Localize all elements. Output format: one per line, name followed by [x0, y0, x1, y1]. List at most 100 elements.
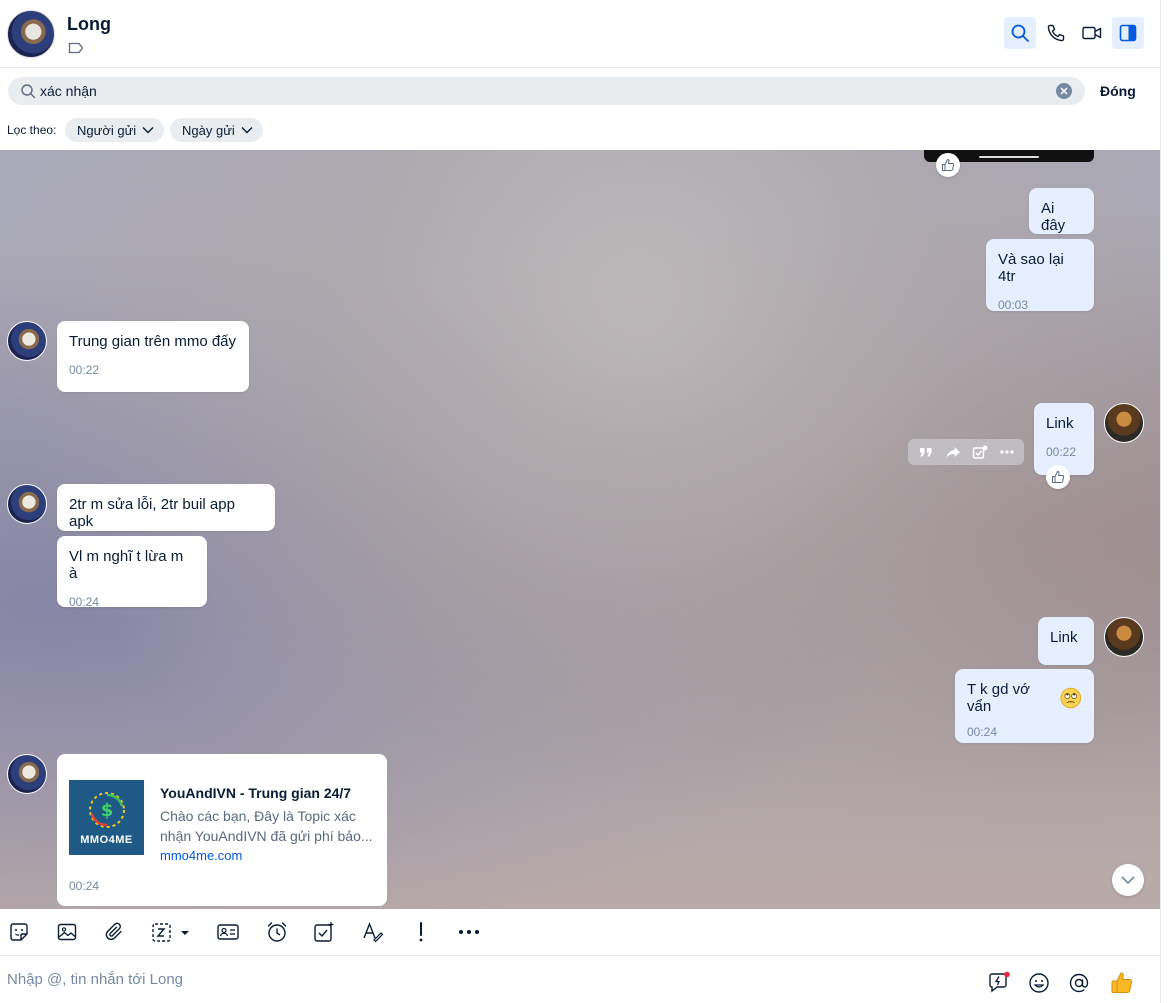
quick-message-icon [989, 971, 1010, 993]
svg-text:$: $ [100, 800, 113, 821]
emoji-eye-roll-icon [1060, 687, 1082, 709]
message-text: T k gd vớ vẩn [967, 681, 1030, 715]
assign-task-button[interactable] [312, 920, 336, 944]
quote-icon[interactable] [918, 445, 934, 459]
quick-message-button[interactable] [987, 971, 1011, 995]
message-text: Link [1050, 629, 1078, 646]
forward-icon[interactable] [945, 445, 961, 459]
sender-avatar[interactable] [7, 754, 47, 794]
emoji-button[interactable] [1027, 971, 1051, 995]
my-avatar[interactable] [1104, 617, 1144, 657]
close-icon [1060, 87, 1068, 95]
message-time: 00:03 [998, 298, 1029, 312]
text-format-button[interactable] [361, 920, 385, 944]
phone-icon [1047, 24, 1065, 42]
composer-toolbar [0, 909, 1160, 956]
task-icon [314, 922, 334, 942]
chevron-down-icon [241, 127, 253, 134]
more-icon [459, 930, 479, 934]
toggle-info-panel-button[interactable] [1112, 17, 1144, 49]
filter-date-label: Ngày gửi [182, 122, 235, 138]
chevron-down-icon [1121, 876, 1135, 885]
tag-icon[interactable] [68, 42, 84, 54]
link-preview-card[interactable]: $ MMO4ME YouAndIVN - Trung gian 24/7 Chà… [57, 754, 387, 906]
search-icon [1011, 24, 1029, 42]
message-text: Và sao lại 4tr [998, 251, 1064, 285]
attachment-icon [105, 922, 122, 941]
emoji-icon [1029, 973, 1049, 993]
message-time: 00:22 [1046, 445, 1077, 459]
scroll-to-bottom-button[interactable] [1112, 864, 1144, 896]
message-input[interactable] [7, 971, 907, 988]
send-like-button[interactable] [1108, 969, 1136, 997]
link-domain[interactable]: mmo4me.com [160, 848, 242, 863]
search-messages-button[interactable] [1004, 17, 1036, 49]
close-search-button[interactable]: Đóng [1100, 83, 1136, 99]
mention-button[interactable] [1067, 971, 1091, 995]
mark-urgent-button[interactable] [409, 920, 433, 944]
message-text: Link [1046, 415, 1074, 432]
message-time: 00:22 [69, 363, 100, 377]
add-task-icon[interactable] [972, 445, 988, 459]
contact-avatar[interactable] [7, 10, 55, 58]
search-icon [21, 84, 36, 99]
search-field-container[interactable] [8, 77, 1085, 105]
screenshot-button[interactable] [150, 920, 194, 944]
filter-sender-dropdown[interactable]: Người gửi [65, 118, 165, 142]
message-text: Ai đây [1041, 200, 1066, 234]
search-input[interactable] [40, 77, 1040, 105]
my-avatar[interactable] [1104, 403, 1144, 443]
mention-icon [1069, 973, 1089, 993]
text-format-icon [363, 922, 384, 943]
reaction-button[interactable] [1046, 465, 1070, 489]
side-panel-edge [1160, 0, 1173, 1003]
attach-file-button[interactable] [103, 920, 127, 944]
sticker-button[interactable] [7, 920, 31, 944]
reaction-button[interactable] [936, 153, 960, 177]
message-bubble-incoming[interactable]: Vl m nghĩ t lừa m à 00:24 [57, 536, 207, 609]
chevron-down-icon [142, 127, 154, 134]
message-bubble-incoming[interactable]: 2tr m sửa lỗi, 2tr buil app apk [57, 484, 275, 531]
message-text: Trung gian trên mmo đấy [69, 333, 237, 350]
message-bubble-outgoing[interactable]: Link 00:22 [1034, 403, 1094, 475]
filter-date-dropdown[interactable]: Ngày gửi [170, 118, 263, 142]
contact-card-icon [217, 924, 239, 940]
link-thumbnail: $ MMO4ME [69, 780, 144, 855]
more-tools-button[interactable] [457, 920, 481, 944]
message-bubble-outgoing[interactable]: Và sao lại 4tr 00:03 [986, 239, 1094, 312]
reminder-icon [267, 922, 287, 942]
message-bubble-outgoing[interactable]: T k gd vớ vẩn 00:24 [955, 669, 1094, 743]
message-bubble-incoming[interactable]: Trung gian trên mmo đấy 00:22 [57, 321, 249, 392]
reminder-button[interactable] [265, 920, 289, 944]
message-bubble-outgoing[interactable]: Ai đây [1029, 188, 1094, 234]
send-image-button[interactable] [55, 920, 79, 944]
message-time: 00:24 [69, 595, 100, 609]
clear-search-button[interactable] [1056, 83, 1072, 99]
sidebar-toggle-icon [1119, 24, 1137, 42]
voice-call-button[interactable] [1040, 17, 1072, 49]
link-title[interactable]: YouAndIVN - Trung gian 24/7 [160, 785, 351, 801]
image-icon [57, 923, 77, 941]
sticker-icon [10, 923, 28, 941]
message-text: 2tr m sửa lỗi, 2tr buil app apk [69, 496, 235, 530]
thumbs-up-outline-icon [942, 158, 955, 171]
message-search-bar: Đóng Lọc theo: Người gửi Ngày gửi [0, 69, 1160, 150]
filter-sender-label: Người gửi [77, 122, 137, 138]
more-options-icon[interactable] [999, 445, 1015, 459]
sender-avatar[interactable] [7, 321, 47, 361]
thumbs-up-outline-icon [1052, 470, 1065, 483]
thumbnail-text: MMO4ME [80, 833, 133, 846]
thumbs-up-icon [1111, 972, 1133, 993]
message-content: T k gd vớ vẩn [967, 681, 1082, 715]
urgent-icon [419, 922, 423, 942]
message-bubble-outgoing[interactable]: Link [1038, 617, 1094, 665]
filter-label: Lọc theo: [7, 123, 57, 137]
video-call-button[interactable] [1076, 17, 1108, 49]
chat-header: Long [0, 0, 1160, 68]
send-contact-card-button[interactable] [216, 920, 240, 944]
dollar-logo-icon: $ [88, 791, 125, 828]
message-list[interactable]: Ai đây Và sao lại 4tr 00:03 Trung gian t… [0, 150, 1160, 909]
sender-avatar[interactable] [7, 484, 47, 524]
message-text: Vl m nghĩ t lừa m à [69, 548, 184, 582]
contact-name[interactable]: Long [67, 14, 111, 35]
